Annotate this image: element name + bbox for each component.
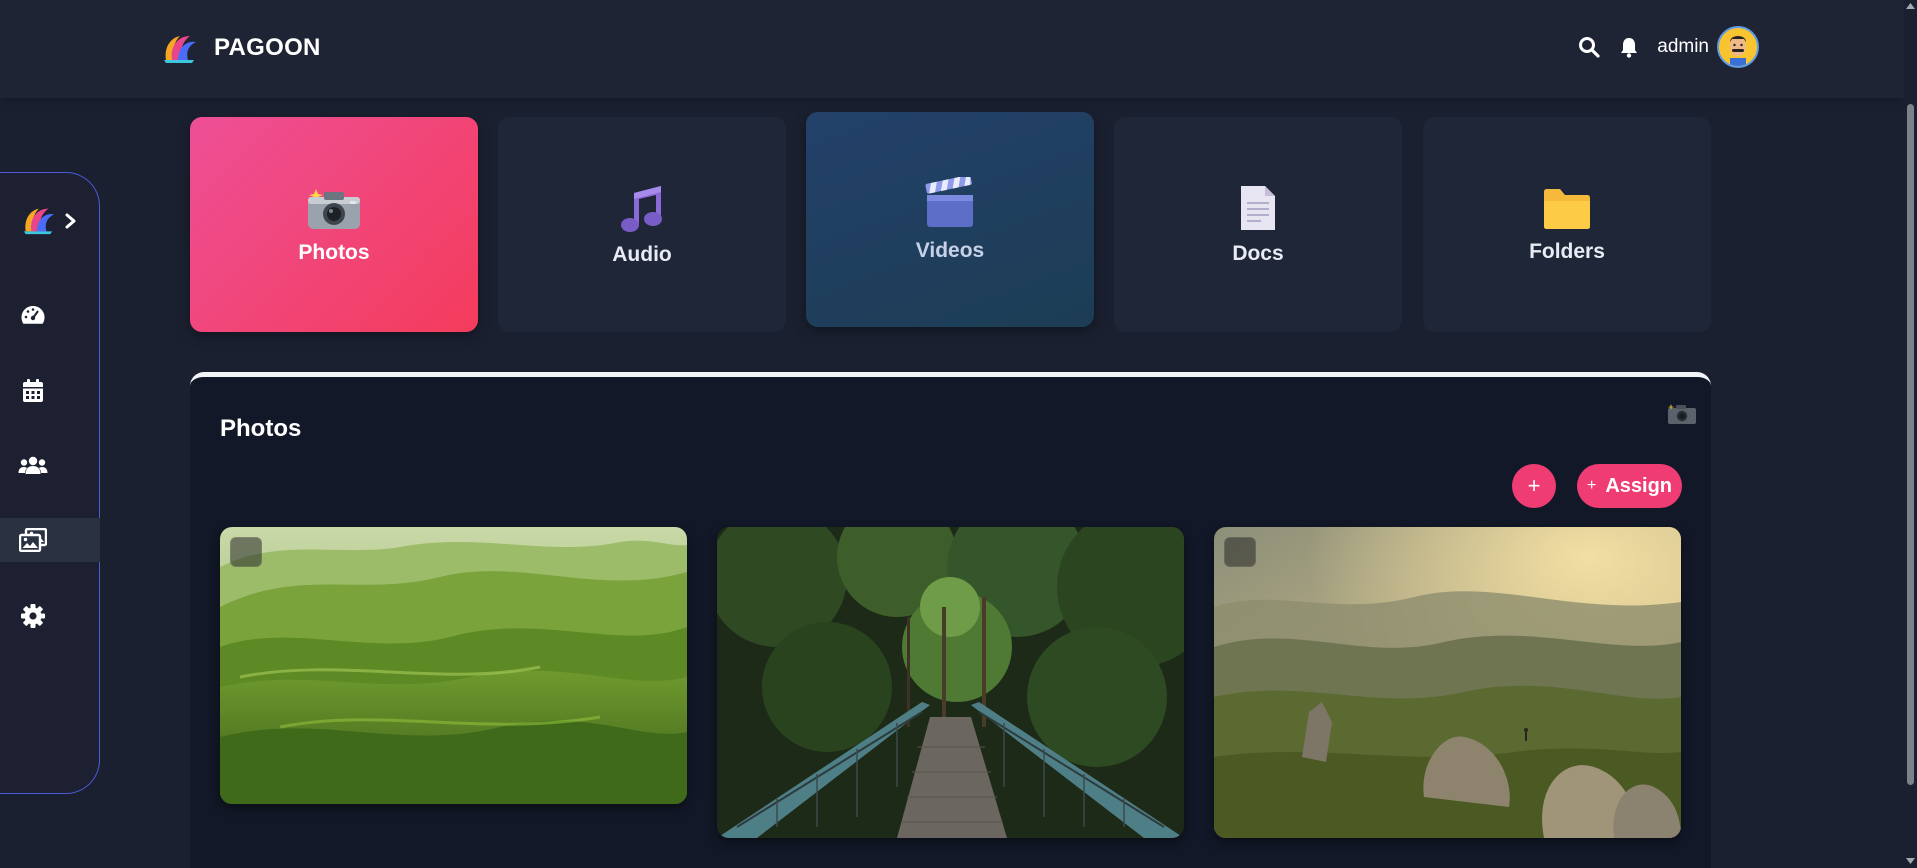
dashboard-icon [21, 306, 45, 324]
scroll-down-icon[interactable] [1906, 857, 1915, 865]
sidebar [0, 172, 100, 794]
photo-image [220, 527, 687, 804]
camera-icon [308, 188, 360, 229]
music-icon [621, 185, 662, 232]
clapperboard-icon [925, 176, 973, 227]
username[interactable]: admin [1657, 36, 1709, 58]
avatar-face-icon [1719, 28, 1757, 66]
sidebar-item-users[interactable] [0, 443, 100, 487]
category-card-audio[interactable]: Audio [498, 117, 786, 332]
select-checkbox[interactable] [230, 537, 262, 567]
sidebar-item-calendar[interactable] [0, 368, 100, 412]
category-label: Videos [915, 238, 985, 262]
select-checkbox[interactable] [1224, 537, 1256, 567]
category-card-videos[interactable]: Videos [806, 112, 1094, 327]
plus-icon: + [1586, 477, 1597, 494]
users-icon [18, 456, 48, 474]
calendar-icon [23, 379, 43, 402]
photo-image [1214, 527, 1681, 838]
category-label: Folders [1529, 239, 1605, 263]
chevron-right-icon[interactable] [64, 213, 78, 229]
search-icon[interactable] [1577, 35, 1601, 59]
top-header: PAGOON admin [0, 0, 1904, 98]
scroll-thumb[interactable] [1907, 104, 1914, 785]
scrollbar[interactable] [1904, 0, 1917, 868]
document-icon [1241, 185, 1275, 230]
scroll-up-icon[interactable] [1906, 2, 1915, 10]
photo-card[interactable] [1214, 527, 1681, 838]
assign-button-label: Assign [1605, 474, 1673, 497]
panel-title: Photos [220, 415, 302, 442]
sidebar-item-dashboard[interactable] [0, 293, 100, 337]
photo-image [717, 527, 1184, 838]
avatar[interactable] [1717, 26, 1759, 68]
brand[interactable]: PAGOON [160, 30, 321, 66]
folder-icon [1544, 188, 1590, 229]
app-root: PAGOON admin Photos Audio Videos Docs Fo… [0, 0, 1917, 868]
pagoon-logo-icon[interactable] [20, 203, 56, 237]
category-label: Docs [1232, 241, 1284, 265]
category-card-photos[interactable]: Photos [190, 117, 478, 332]
category-card-folders[interactable]: Folders [1423, 117, 1711, 332]
header-actions: admin [1577, 26, 1759, 68]
category-card-docs[interactable]: Docs [1114, 117, 1402, 332]
bell-icon[interactable] [1617, 35, 1641, 59]
category-label: Photos [298, 240, 370, 264]
gallery-icon [19, 528, 47, 552]
assign-button[interactable]: + Assign [1577, 464, 1682, 508]
pagoon-logo-icon [164, 36, 196, 63]
photo-card[interactable] [717, 527, 1184, 838]
category-label: Audio [612, 242, 672, 266]
add-button[interactable]: + [1512, 464, 1556, 508]
sidebar-item-gallery[interactable] [0, 518, 100, 562]
sidebar-item-settings[interactable] [0, 593, 100, 637]
camera-icon [1667, 404, 1696, 424]
gear-icon [21, 604, 45, 628]
photos-panel: Photos + + Assign [190, 372, 1711, 868]
brand-name: PAGOON [214, 34, 321, 61]
photo-card[interactable] [220, 527, 687, 804]
